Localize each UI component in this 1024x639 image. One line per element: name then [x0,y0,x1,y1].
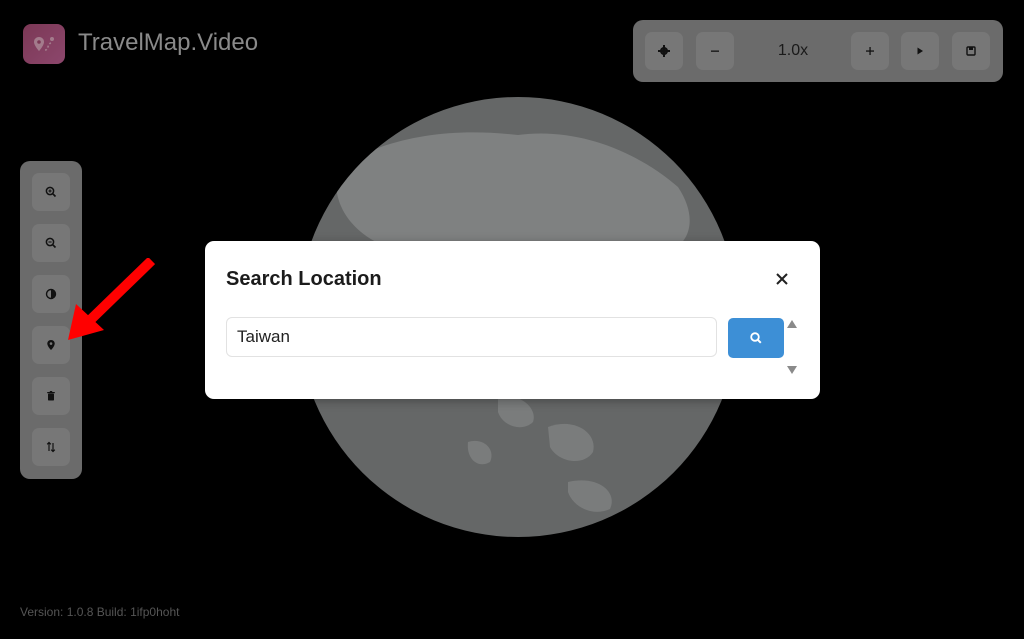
search-location-dialog: Search Location [205,241,820,399]
zoom-out-speed-button[interactable] [696,32,734,70]
zoom-out-button[interactable] [32,224,70,262]
plus-icon [866,47,874,55]
dialog-title: Search Location [226,268,382,290]
search-icon [750,332,762,344]
close-icon [776,273,788,285]
delete-icon [47,391,55,401]
theme-icon [45,288,57,300]
zoom-level: 1.0x [777,42,809,59]
location-search-input[interactable] [226,317,717,357]
close-button[interactable] [770,267,794,291]
sort-button[interactable] [32,428,70,466]
zoom-in-button[interactable] [32,173,70,211]
triangle-up-icon [787,320,797,328]
play-button[interactable] [901,32,939,70]
delete-button[interactable] [32,377,70,415]
zoom-out-icon [45,237,57,249]
save-button[interactable] [952,32,990,70]
map-pin-logo-icon [34,37,54,51]
settings-button[interactable] [645,32,683,70]
increase-speed-button[interactable] [851,32,889,70]
scroll-down-button[interactable] [785,364,799,376]
search-button[interactable] [728,318,784,358]
location-pin-icon [47,340,55,350]
zoom-in-icon [45,186,57,198]
sort-icon [46,441,56,453]
save-icon [966,46,976,56]
annotation-arrow [60,256,156,353]
gear-icon [658,45,670,57]
app-logo [23,24,65,64]
version-info: Version: 1.0.8 Build: 1ifp0hoht [20,605,180,619]
scroll-up-button[interactable] [785,318,799,330]
play-icon [917,47,923,55]
triangle-down-icon [787,366,797,374]
playback-toolbar: 1.0x [633,20,1003,82]
app-title: TravelMap.Video [78,29,259,56]
minus-icon [711,50,719,52]
